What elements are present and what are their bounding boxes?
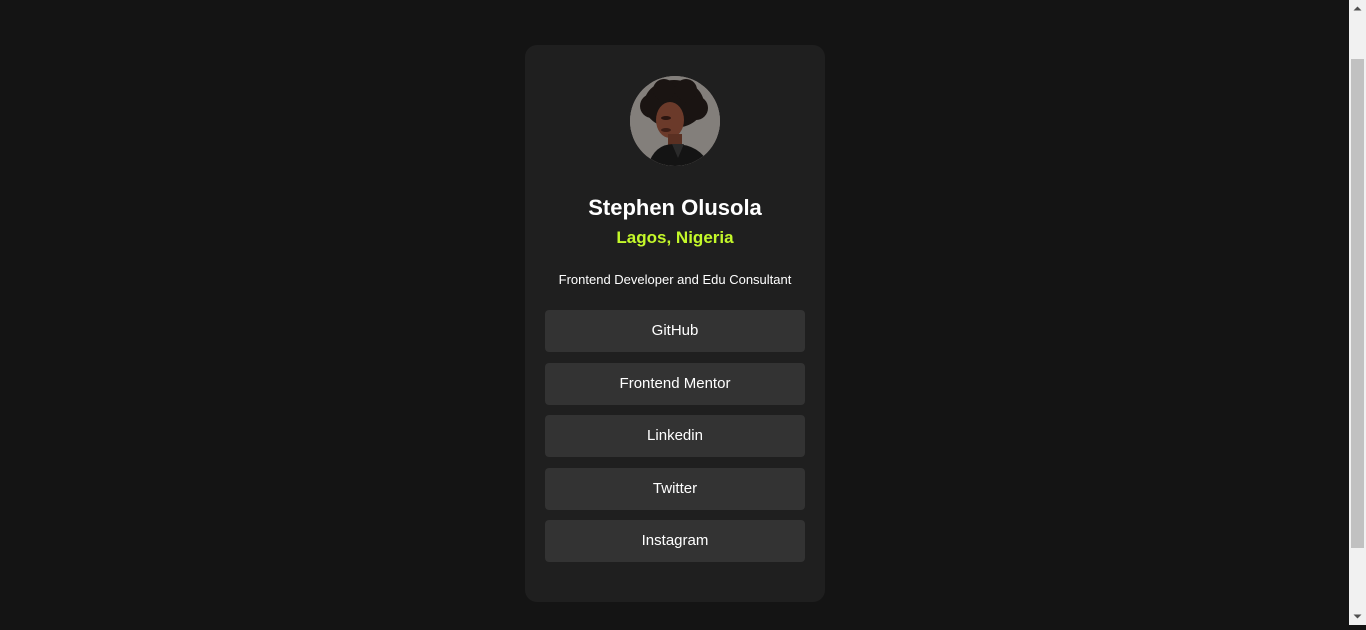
scrollbar-thumb[interactable] <box>1351 59 1364 548</box>
profile-name: Stephen Olusola <box>588 195 762 220</box>
profile-location: Lagos, Nigeria <box>616 228 734 247</box>
avatar <box>630 76 720 166</box>
instagram-link-button[interactable]: Instagram <box>545 520 805 562</box>
github-link-button[interactable]: GitHub <box>545 310 805 352</box>
profile-card: Stephen Olusola Lagos, Nigeria Frontend … <box>525 45 825 602</box>
social-links: GitHub Frontend Mentor Linkedin Twitter … <box>545 310 805 573</box>
linkedin-link-button[interactable]: Linkedin <box>545 415 805 457</box>
twitter-link-button[interactable]: Twitter <box>545 467 805 510</box>
avatar-photo-icon <box>630 76 720 166</box>
page-background: Stephen Olusola Lagos, Nigeria Frontend … <box>0 0 1349 625</box>
scroll-down-arrow-icon[interactable] <box>1349 608 1366 625</box>
frontend-mentor-link-button[interactable]: Frontend Mentor <box>545 362 805 405</box>
scroll-up-arrow-icon[interactable] <box>1349 0 1366 17</box>
vertical-scrollbar[interactable] <box>1349 0 1366 625</box>
profile-bio: Frontend Developer and Edu Consultant <box>558 272 792 287</box>
